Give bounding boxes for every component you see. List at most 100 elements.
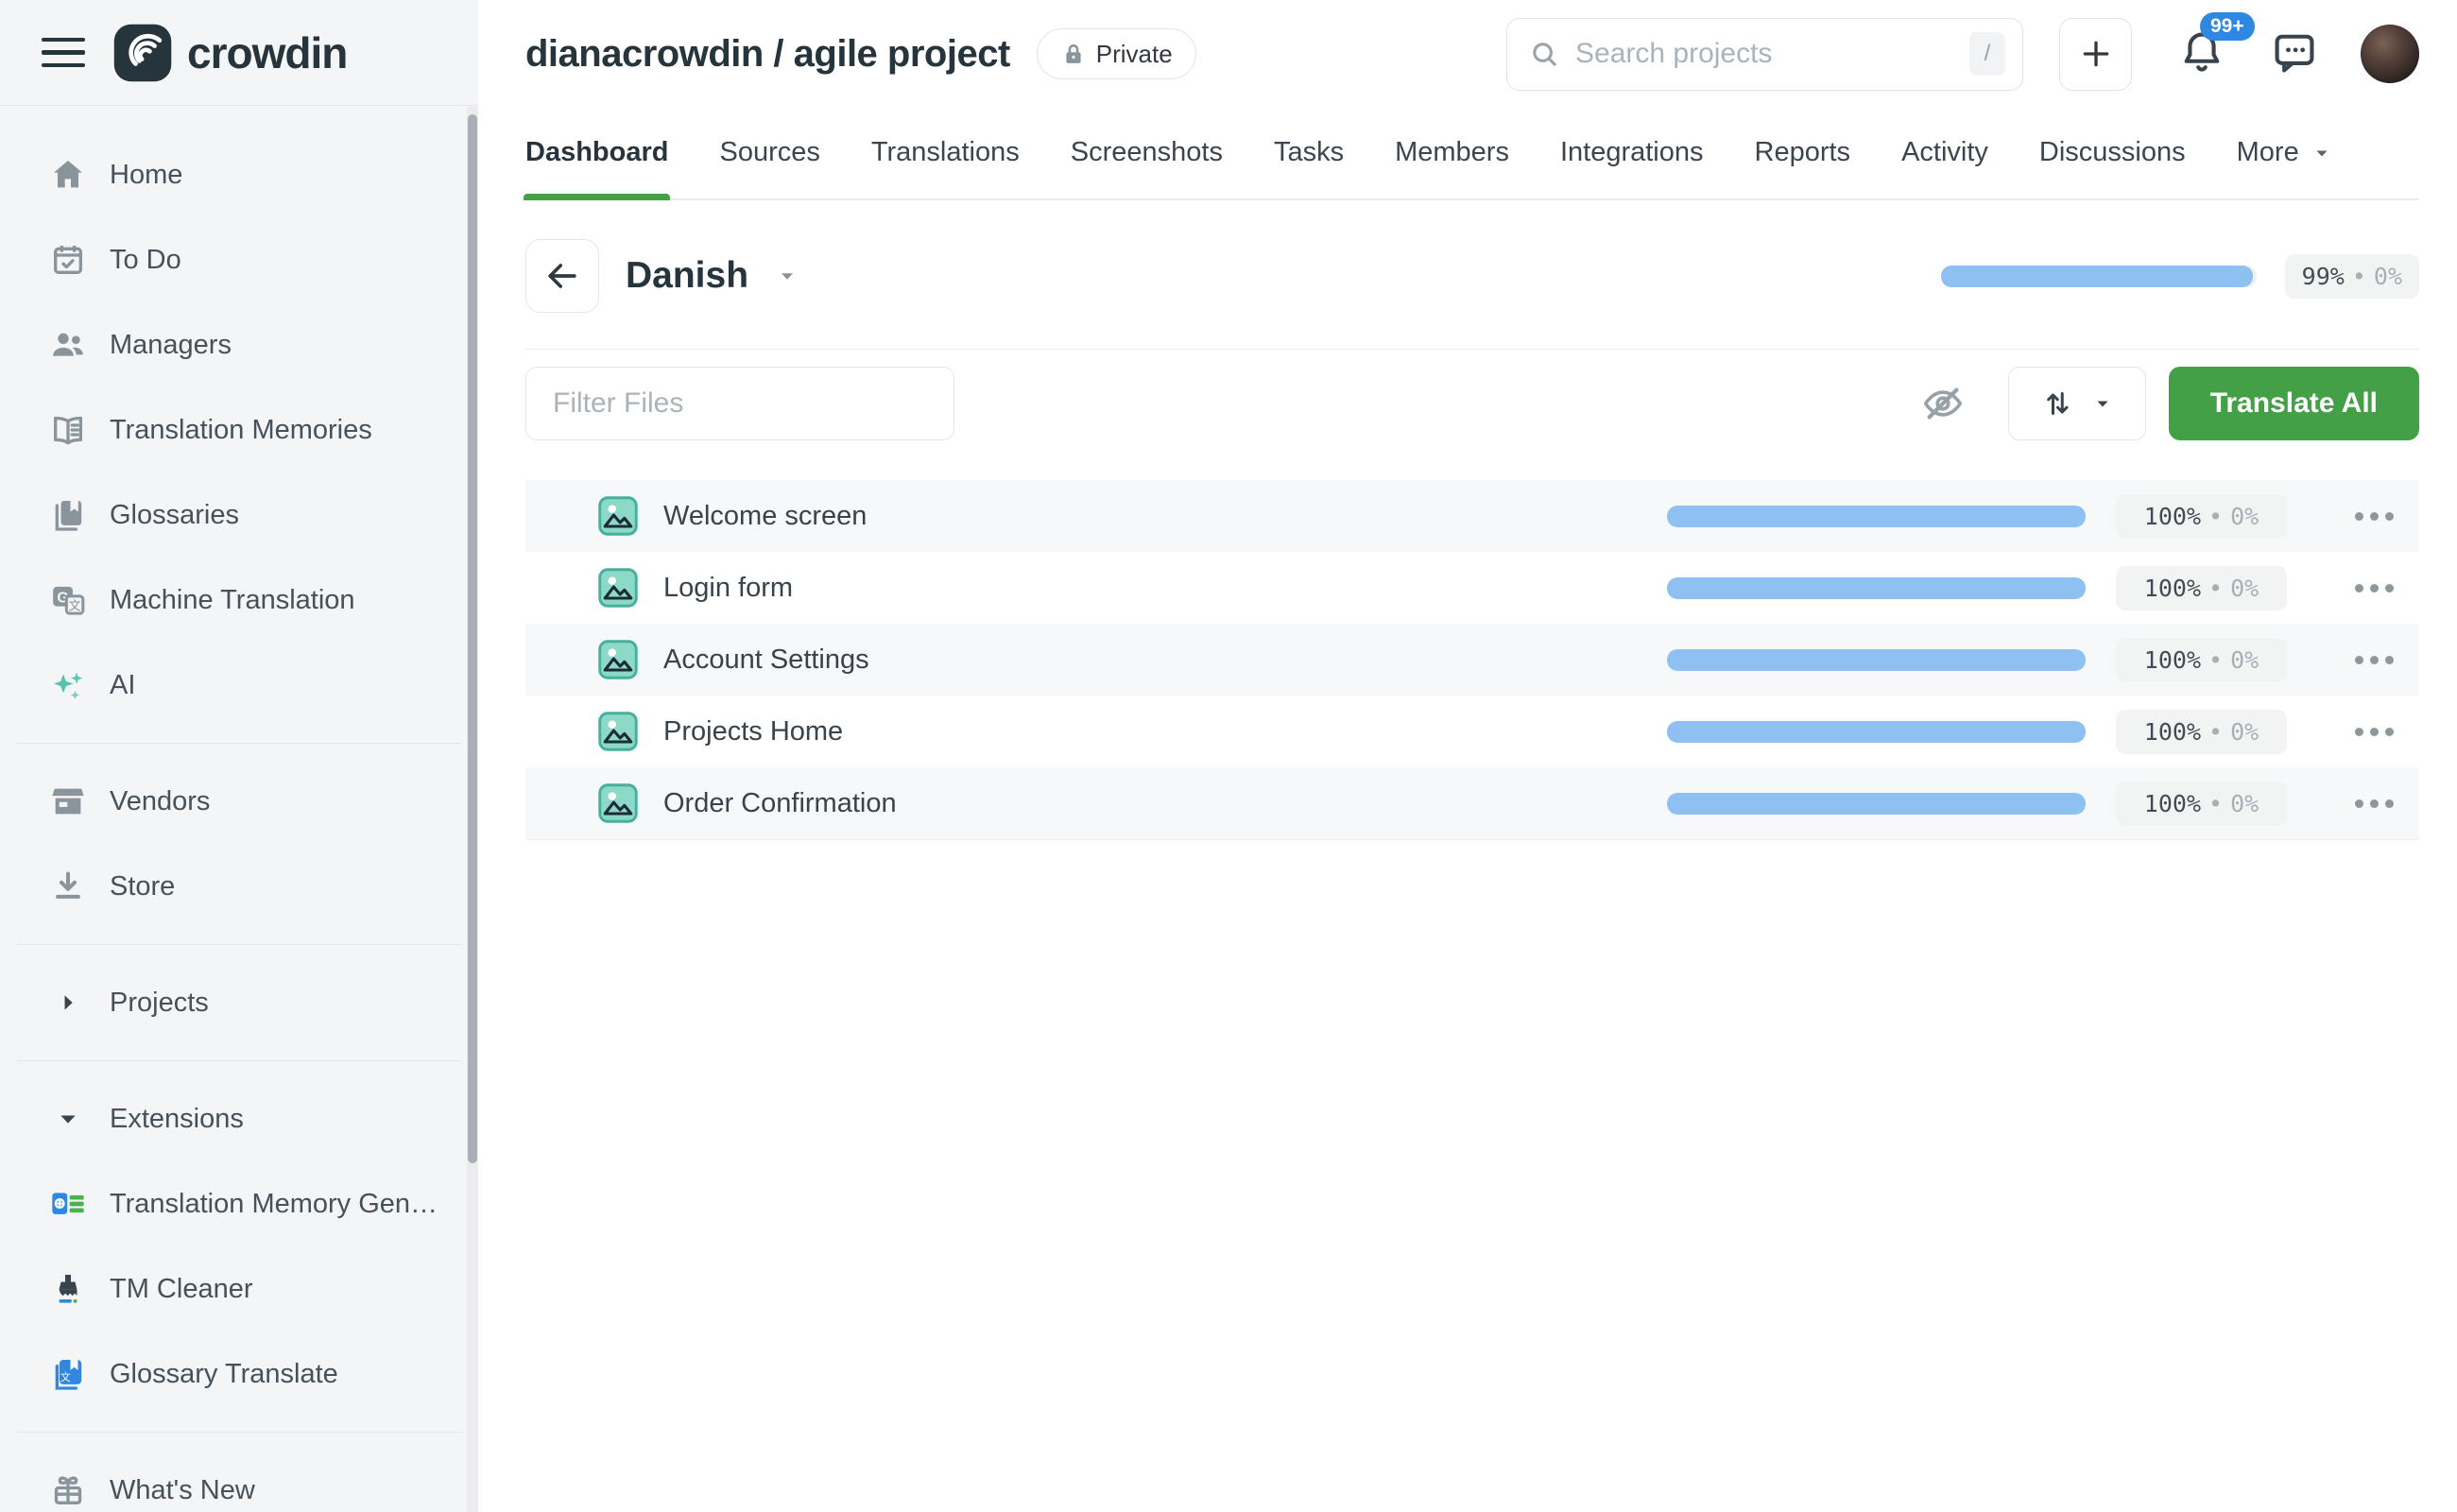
tab-members[interactable]: Members — [1395, 137, 1509, 198]
file-progress-fill — [1667, 649, 2086, 671]
svg-text:文: 文 — [60, 1370, 71, 1383]
translation-memories-book-icon — [47, 409, 89, 451]
file-progress-bar — [1667, 649, 2086, 671]
file-row[interactable]: Projects Home 100% • 0% — [525, 696, 2419, 767]
files-toolbar: Translate All — [525, 367, 2419, 440]
lock-icon — [1060, 41, 1087, 67]
tab-discussions[interactable]: Discussions — [2039, 137, 2186, 198]
crowdin-logo[interactable]: crowdin — [112, 22, 347, 84]
approved-percent: 0% — [2230, 790, 2259, 817]
sidebar-item-tm-cleaner[interactable]: TM Cleaner — [0, 1246, 478, 1332]
approved-percent: 0% — [2230, 503, 2259, 530]
file-context-menu-button[interactable] — [2347, 584, 2400, 593]
sidebar-item-todo[interactable]: To Do — [0, 217, 478, 302]
tab-translations[interactable]: Translations — [871, 137, 1020, 198]
hamburger-menu-icon[interactable] — [42, 31, 85, 75]
sidebar-item-glossaries[interactable]: Glossaries — [0, 472, 478, 558]
percent-separator: • — [2208, 790, 2223, 817]
messages-button[interactable] — [2270, 27, 2319, 81]
file-context-menu-button[interactable] — [2347, 799, 2400, 808]
file-name[interactable]: Login form — [663, 573, 793, 604]
crowdin-project-page: crowdin Home To Do Managers — [0, 0, 2457, 1512]
image-file-icon — [597, 782, 639, 824]
file-row[interactable]: Login form 100% • 0% — [525, 552, 2419, 624]
file-row[interactable]: Account Settings 100% • 0% — [525, 624, 2419, 696]
tab-integrations[interactable]: Integrations — [1560, 137, 1704, 198]
file-progress-fill — [1667, 577, 2086, 599]
file-row[interactable]: Welcome screen 100% • 0% — [525, 480, 2419, 552]
sidebar-item-projects[interactable]: Projects — [0, 960, 478, 1045]
sidebar-item-label: What's New — [110, 1475, 255, 1506]
search-box: / — [1506, 18, 2023, 91]
main-content: dianacrowdin / agile project Private / 9… — [478, 0, 2457, 1512]
sidebar-item-tm-generator[interactable]: Translation Memory Gene… — [0, 1161, 478, 1246]
file-row[interactable]: Order Confirmation 100% • 0% — [525, 767, 2419, 839]
file-context-menu-button[interactable] — [2347, 728, 2400, 736]
file-progress-badge: 100% • 0% — [2116, 566, 2287, 610]
file-context-menu-button[interactable] — [2347, 512, 2400, 521]
tab-sources[interactable]: Sources — [719, 137, 819, 198]
topbar: dianacrowdin / agile project Private / 9… — [525, 0, 2419, 91]
tab-screenshots[interactable]: Screenshots — [1071, 137, 1223, 198]
language-progress-bar — [1941, 266, 2257, 287]
caret-right-icon — [47, 982, 89, 1023]
sidebar-item-home[interactable]: Home — [0, 132, 478, 217]
tab-reports[interactable]: Reports — [1755, 137, 1851, 198]
private-badge: Private — [1037, 28, 1196, 79]
hide-completed-button[interactable] — [1921, 382, 1965, 425]
create-project-button[interactable] — [2059, 18, 2132, 91]
file-progress-bar — [1667, 793, 2086, 815]
notifications-button[interactable]: 99+ — [2177, 27, 2226, 81]
sidebar-item-machine-translation[interactable]: G文 Machine Translation — [0, 558, 478, 643]
language-selector[interactable]: Danish — [626, 255, 799, 297]
sidebar-item-whats-new[interactable]: What's New — [0, 1448, 478, 1512]
sidebar-item-glossary-translate[interactable]: 文 Glossary Translate — [0, 1332, 478, 1417]
sidebar-item-vendors[interactable]: Vendors — [0, 759, 478, 844]
file-context-menu-button[interactable] — [2347, 656, 2400, 664]
file-name[interactable]: Welcome screen — [663, 501, 867, 532]
sidebar-item-label: AI — [110, 670, 135, 701]
sidebar-item-managers[interactable]: Managers — [0, 302, 478, 387]
sidebar-item-label: Extensions — [110, 1104, 244, 1135]
sidebar-item-translation-memories[interactable]: Translation Memories — [0, 387, 478, 472]
file-name[interactable]: Projects Home — [663, 716, 843, 747]
filter-files-input[interactable] — [525, 367, 954, 440]
search-input[interactable] — [1575, 38, 1969, 70]
sidebar-item-label: TM Cleaner — [110, 1274, 253, 1305]
translated-percent: 100% — [2144, 503, 2201, 530]
percent-separator: • — [2208, 575, 2223, 602]
sort-button[interactable] — [2008, 367, 2146, 440]
sidebar-item-label: To Do — [110, 245, 181, 276]
sidebar-item-label: Glossary Translate — [110, 1359, 338, 1390]
translated-percent: 99% — [2302, 263, 2345, 290]
language-header: Danish 99% • 0% — [525, 239, 2419, 350]
sidebar-item-label: Managers — [110, 330, 232, 361]
sidebar-item-label: Projects — [110, 988, 209, 1019]
translate-all-button[interactable]: Translate All — [2169, 367, 2419, 440]
notifications-count-badge: 99+ — [2200, 12, 2255, 41]
tab-activity[interactable]: Activity — [1901, 137, 1988, 198]
file-progress-bar — [1667, 721, 2086, 743]
eye-off-icon — [1921, 382, 1965, 425]
crowdin-logo-icon — [112, 22, 174, 84]
file-name[interactable]: Order Confirmation — [663, 788, 897, 819]
file-name[interactable]: Account Settings — [663, 644, 869, 676]
sidebar-item-extensions[interactable]: Extensions — [0, 1076, 478, 1161]
file-row-progress: 100% • 0% — [1667, 638, 2400, 682]
sidebar-item-ai[interactable]: AI — [0, 643, 478, 728]
sidebar-item-label: Home — [110, 160, 182, 191]
tab-more[interactable]: More — [2237, 137, 2333, 198]
private-badge-label: Private — [1096, 40, 1173, 69]
sidebar-scrollbar-thumb[interactable] — [468, 114, 477, 1163]
file-progress-badge: 100% • 0% — [2116, 710, 2287, 754]
sidebar-item-store[interactable]: Store — [0, 844, 478, 929]
tab-dashboard[interactable]: Dashboard — [525, 137, 668, 198]
sidebar-item-label: Translation Memories — [110, 415, 372, 446]
tm-generator-icon — [47, 1183, 89, 1225]
chevron-down-icon — [2091, 392, 2114, 415]
tab-tasks[interactable]: Tasks — [1274, 137, 1344, 198]
percent-separator: • — [2208, 503, 2223, 530]
files-toolbar-actions: Translate All — [1921, 367, 2419, 440]
back-button[interactable] — [525, 239, 599, 313]
user-avatar[interactable] — [2361, 25, 2419, 83]
